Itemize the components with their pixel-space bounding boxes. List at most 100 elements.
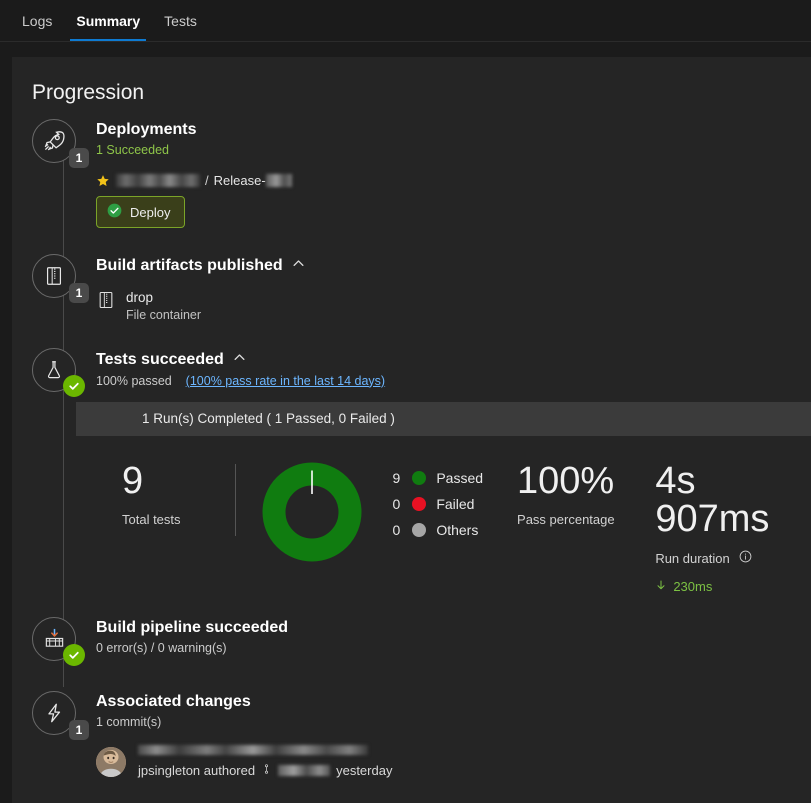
test-run-summary-bar: 1 Run(s) Completed ( 1 Passed, 0 Failed … xyxy=(76,401,811,436)
deployments-title: Deployments xyxy=(96,121,811,139)
pass-percentage-stat: 100% Pass percentage xyxy=(517,462,649,527)
legend-others-count: 0 xyxy=(392,521,401,538)
tab-tests[interactable]: Tests xyxy=(152,0,209,41)
tab-summary[interactable]: Summary xyxy=(64,0,152,41)
deployment-release-row[interactable]: / Release- xyxy=(96,173,811,188)
pass-percentage-value: 100% xyxy=(517,459,615,502)
timeline-node-changes: 1 Associated changes 1 commit(s) jpsingl… xyxy=(12,690,811,779)
legend-others-dot xyxy=(412,522,427,537)
rocket-icon: 1 xyxy=(32,119,89,168)
build-factory-icon xyxy=(32,616,85,666)
tab-logs[interactable]: Logs xyxy=(10,0,64,41)
commit-list-item[interactable]: jpsingleton authored yesterday xyxy=(96,744,811,779)
release-number-redacted xyxy=(265,174,292,187)
changes-body: Associated changes 1 commit(s) jpsinglet… xyxy=(76,691,811,779)
build-success-check-icon xyxy=(63,643,85,666)
tab-tests-label: Tests xyxy=(164,12,197,29)
changes-title: Associated changes xyxy=(96,693,811,711)
progression-card: Progression 1 Deployments 1 Succeeded / … xyxy=(12,57,811,803)
artifact-name: drop xyxy=(126,290,154,305)
commit-hash-redacted xyxy=(278,764,331,776)
tests-success-check-icon xyxy=(63,374,85,397)
total-tests-stat: 9 Total tests xyxy=(122,462,235,527)
deployments-status: 1 Succeeded xyxy=(96,143,169,157)
commit-author: jpsingleton authored xyxy=(138,762,256,778)
page-title: Progression xyxy=(32,81,145,104)
build-title-label: Build pipeline succeeded xyxy=(96,618,289,636)
run-duration-delta: 230ms xyxy=(655,578,811,595)
legend-others-label: Others xyxy=(436,521,479,538)
run-duration-value: 4s 907ms xyxy=(655,459,770,540)
legend-passed-dot xyxy=(412,470,427,485)
deploy-stage-label: Deploy xyxy=(130,204,171,220)
pipeline-name-redacted xyxy=(116,174,200,187)
changes-count-badge: 1 xyxy=(69,719,89,740)
timeline-node-artifacts: 1 Build artifacts published drop File co… xyxy=(12,254,811,324)
artifacts-count-badge: 1 xyxy=(69,283,89,303)
progression-timeline: 1 Deployments 1 Succeeded / Release- Dep… xyxy=(12,105,811,779)
run-duration-stat: 4s 907ms Run duration 230ms xyxy=(655,462,811,595)
run-duration-label: Run duration xyxy=(655,550,730,566)
chevron-up-icon[interactable] xyxy=(291,256,306,276)
tab-summary-label: Summary xyxy=(76,12,141,29)
chevron-up-icon-tests[interactable] xyxy=(232,350,247,370)
test-stats: 9 Total tests 9 Passed 0 Failed 0 Others… xyxy=(96,462,811,595)
pass-percentage-label: Pass percentage xyxy=(517,511,615,527)
bolt-icon: 1 xyxy=(32,690,89,740)
artifact-item[interactable]: drop File container xyxy=(96,290,811,324)
tab-logs-label: Logs xyxy=(22,12,53,29)
tests-body: Tests succeeded 100% passed (100% pass r… xyxy=(76,348,811,595)
info-icon[interactable] xyxy=(739,550,752,566)
tests-status-row: 100% passed (100% pass rate in the last … xyxy=(96,374,811,388)
artifact-type: File container xyxy=(126,307,202,322)
timeline-node-build: Build pipeline succeeded 0 error(s) / 0 … xyxy=(12,616,811,666)
pass-rate-link[interactable]: (100% pass rate in the last 14 days) xyxy=(186,374,385,388)
deployments-count-badge: 1 xyxy=(69,148,89,168)
total-tests-value: 9 xyxy=(122,459,144,502)
build-body: Build pipeline succeeded 0 error(s) / 0 … xyxy=(76,617,811,661)
stats-divider xyxy=(235,463,237,536)
archive-item-icon xyxy=(96,290,116,315)
run-duration-delta-value: 230ms xyxy=(673,578,713,594)
test-results-donut-chart xyxy=(262,462,362,562)
legend-failed-dot xyxy=(412,496,427,511)
timeline-node-tests: Tests succeeded 100% passed (100% pass r… xyxy=(12,347,811,595)
branch-icon xyxy=(261,762,272,779)
avatar xyxy=(96,746,126,777)
tests-status: 100% passed xyxy=(96,373,172,388)
legend-failed-count: 0 xyxy=(392,495,401,512)
legend-passed-count: 9 xyxy=(392,469,401,486)
tests-title-label: Tests succeeded xyxy=(96,350,224,368)
build-title: Build pipeline succeeded xyxy=(96,619,811,637)
run-duration-label-row: Run duration xyxy=(655,550,811,566)
legend-item-passed: 9 Passed xyxy=(384,469,484,486)
legend-item-failed: 0 Failed xyxy=(384,496,483,512)
star-icon[interactable] xyxy=(96,174,110,188)
changes-status: 1 commit(s) xyxy=(96,714,162,729)
commit-message-redacted xyxy=(138,744,368,755)
release-separator: / xyxy=(205,173,209,188)
deployments-body: Deployments 1 Succeeded / Release- Deplo… xyxy=(76,119,811,228)
build-status: 0 error(s) / 0 warning(s) xyxy=(96,640,227,655)
commit-meta: jpsingleton authored yesterday xyxy=(138,762,392,779)
artifacts-title: Build artifacts published xyxy=(96,256,811,276)
commit-time: yesterday xyxy=(336,762,393,778)
changes-title-label: Associated changes xyxy=(96,692,251,710)
artifacts-body: Build artifacts published drop File cont… xyxy=(76,254,811,324)
legend-passed-label: Passed xyxy=(436,469,484,486)
deploy-stage-button[interactable]: Deploy xyxy=(96,196,186,228)
donut-legend: 9 Passed 0 Failed 0 Others xyxy=(384,462,484,548)
tab-bar: Logs Summary Tests xyxy=(0,0,811,42)
artifacts-title-label: Build artifacts published xyxy=(96,257,283,274)
deployments-title-label: Deployments xyxy=(96,121,197,138)
legend-item-others: 0 Others xyxy=(384,522,483,538)
arrow-down-icon xyxy=(655,578,667,595)
release-name-prefix: Release- xyxy=(213,173,266,188)
flask-icon xyxy=(32,347,85,397)
legend-failed-label: Failed xyxy=(436,495,475,512)
tests-title: Tests succeeded xyxy=(96,350,811,370)
timeline-node-deployments: 1 Deployments 1 Succeeded / Release- Dep… xyxy=(12,119,811,228)
check-circle-icon xyxy=(107,203,122,221)
archive-icon: 1 xyxy=(32,254,89,303)
total-tests-label: Total tests xyxy=(122,511,181,527)
